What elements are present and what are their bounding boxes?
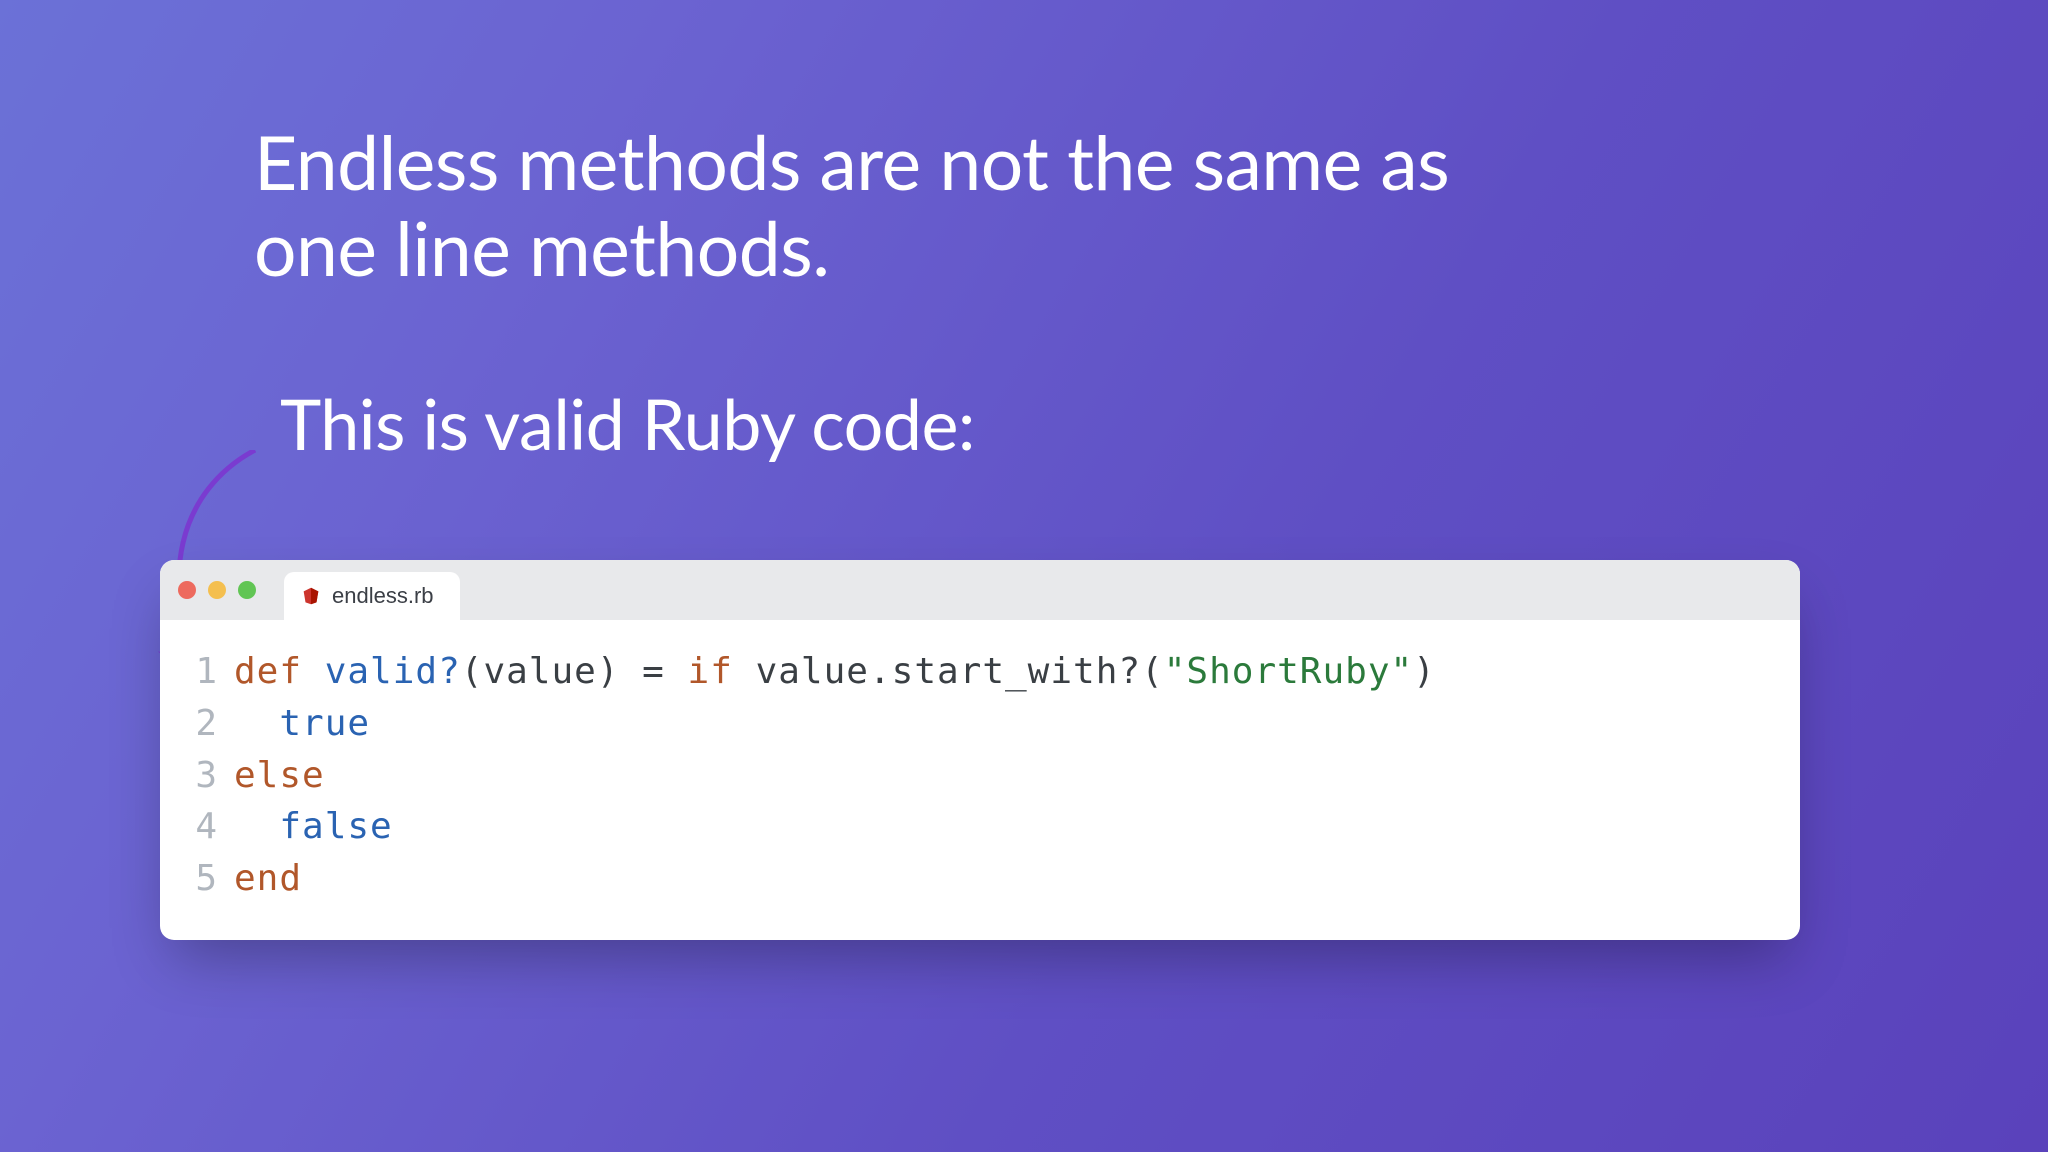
line-number: 5 xyxy=(184,853,218,905)
code-token: . xyxy=(869,651,892,692)
line-content: else xyxy=(234,750,325,802)
code-line: 5 end xyxy=(184,853,1776,905)
line-number: 3 xyxy=(184,750,218,802)
code-editor-window: endless.rb 1def valid?(value) = if value… xyxy=(160,560,1800,940)
headline: Endless methods are not the same as one … xyxy=(254,118,1754,291)
code-token xyxy=(234,703,279,744)
window-titlebar: endless.rb xyxy=(160,560,1800,620)
code-token: value xyxy=(483,651,596,692)
code-token: start_with? xyxy=(892,651,1141,692)
line-content: def valid?(value) = if value.start_with?… xyxy=(234,646,1436,698)
window-traffic-lights xyxy=(178,560,256,620)
zoom-icon[interactable] xyxy=(238,581,256,599)
code-line: 3 else xyxy=(184,750,1776,802)
code-token: ( xyxy=(1141,651,1164,692)
line-number: 4 xyxy=(184,801,218,853)
ruby-icon xyxy=(300,585,322,607)
editor-tab[interactable]: endless.rb xyxy=(284,572,460,620)
code-line: 1def valid?(value) = if value.start_with… xyxy=(184,646,1776,698)
code-token: ) xyxy=(1413,651,1436,692)
code-token xyxy=(234,806,279,847)
code-token: = xyxy=(642,651,665,692)
code-token: ) xyxy=(597,651,642,692)
code-token: ( xyxy=(461,651,484,692)
subhead: This is valid Ruby code: xyxy=(280,381,2048,465)
close-icon[interactable] xyxy=(178,581,196,599)
minimize-icon[interactable] xyxy=(208,581,226,599)
code-token: "ShortRuby" xyxy=(1164,651,1413,692)
headline-line2: one line methods. xyxy=(254,202,830,292)
line-content: false xyxy=(234,801,393,853)
code-token: valid? xyxy=(325,651,461,692)
code-token: def xyxy=(234,651,325,692)
line-number: 2 xyxy=(184,698,218,750)
code-token: false xyxy=(279,806,392,847)
code-line: 2 true xyxy=(184,698,1776,750)
headline-line1: Endless methods are not the same as xyxy=(254,116,1449,206)
code-token: end xyxy=(234,858,302,899)
code-token: if xyxy=(688,651,756,692)
code-token: else xyxy=(234,755,325,796)
tab-filename: endless.rb xyxy=(332,583,434,609)
line-content: true xyxy=(234,698,370,750)
code-token: true xyxy=(279,703,370,744)
code-token: value xyxy=(756,651,869,692)
line-number: 1 xyxy=(184,646,218,698)
line-content: end xyxy=(234,853,302,905)
code-line: 4 false xyxy=(184,801,1776,853)
slide: Endless methods are not the same as one … xyxy=(0,0,2048,1152)
code-token xyxy=(665,651,688,692)
code-area: 1def valid?(value) = if value.start_with… xyxy=(160,620,1800,933)
